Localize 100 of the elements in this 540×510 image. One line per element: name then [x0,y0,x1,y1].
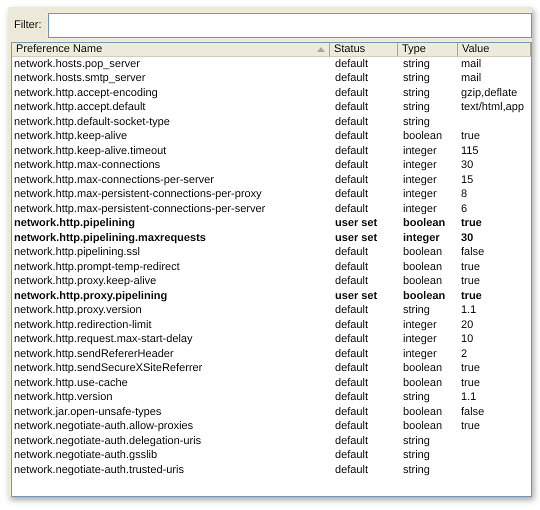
value-cell: 30 [461,159,474,172]
preference-name: network.http.redirection-limit [14,318,152,331]
status-cell: default [335,449,368,462]
value-cell: true [461,362,480,374]
value-cell: true [461,130,480,142]
type-cell: integer [403,318,437,331]
preference-name: network.http.max-persistent-connections-per-server [14,202,266,215]
preference-row[interactable]: network.http.keep-alive default boolean true [12,130,531,144]
type-cell: integer [403,188,437,200]
preference-row[interactable]: network.http.pipelining user set boolean true [12,216,531,231]
preference-row[interactable]: network.http.max-persistent-connections-per-proxy default integer 8 [12,188,531,202]
value-cell: gzip,deflate [461,86,518,99]
type-cell: integer [403,348,437,360]
column-header[interactable]: Preference Name [12,43,330,57]
preference-name: network.http.proxy.pipelining [14,290,168,302]
preference-name: network.http.version [14,391,112,404]
column-header[interactable]: Value [458,43,531,57]
preference-row[interactable]: network.http.redirection-limit default integer 20 [12,318,531,332]
preference-row[interactable]: network.http.use-cache default boolean true [12,376,531,390]
column-header[interactable]: Type [398,43,458,57]
status-cell: default [335,376,368,389]
value-cell: false [461,246,484,258]
status-cell: default [335,391,368,404]
preference-name: network.http.pipelining [14,217,135,230]
preference-row[interactable]: network.http.proxy.keep-alive default boolean true [12,274,531,289]
value-cell: false [461,406,484,418]
value-cell: 2 [461,348,468,360]
preference-name: network.http.sendSecureXSiteReferrer [14,362,202,374]
type-cell: string [403,101,430,114]
value-cell: true [461,260,480,273]
preference-row[interactable]: network.http.accept-encoding default string gzip,deflate [12,86,531,100]
preference-row[interactable]: network.http.request.max-start-delay default integer 10 [12,332,531,347]
type-cell: string [403,58,430,70]
preference-name: network.negotiate-auth.gsslib [14,449,158,462]
value-cell: 115 [461,144,479,157]
status-cell: default [335,72,368,84]
preference-name: network.http.pipelining.ssl [14,246,140,258]
preference-row[interactable]: network.http.proxy.version default string 1.1 [12,304,531,318]
preference-name: network.http.max-connections [14,159,160,172]
preference-name: network.negotiate-auth.trusted-uris [14,464,184,476]
preference-name: network.hosts.pop_server [14,58,140,70]
status-cell: user set [335,290,378,302]
type-cell: string [403,72,430,84]
value-cell: true [461,290,482,302]
preference-name: network.http.accept.default [14,101,146,114]
status-cell: default [335,86,368,99]
preference-row[interactable]: network.http.prompt-temp-redirect default boolean true [12,260,531,274]
column-header[interactable]: Status [330,43,398,57]
preference-name: network.http.max-connections-per-server [14,174,214,186]
preference-name: network.hosts.smtp_server [14,72,146,84]
status-cell: default [335,348,368,360]
preference-row[interactable]: network.http.default-socket-type default string [12,115,531,130]
status-cell: default [335,202,368,215]
preference-row[interactable]: network.http.sendRefererHeader default integer 2 [12,347,531,362]
preference-name: network.negotiate-auth.allow-proxies [14,420,194,432]
status-cell: default [335,362,368,374]
preference-name: network.http.use-cache [14,376,128,389]
preference-row[interactable]: network.http.max-connections-per-server default integer 15 [12,173,531,188]
type-cell: boolean [403,217,446,230]
preference-row[interactable]: network.http.accept.default default string text/html,app [12,100,531,115]
status-cell: default [335,406,368,418]
sort-arrow-icon [317,47,325,52]
preference-row[interactable]: network.hosts.smtp_server default string mail [12,72,531,86]
value-cell: 30 [461,232,474,244]
preference-row[interactable]: network.negotiate-auth.delegation-uris default string [12,434,531,448]
type-cell: boolean [403,406,442,418]
value-cell: 8 [461,188,468,200]
preference-row[interactable]: network.negotiate-auth.gsslib default string [12,448,531,463]
type-cell: integer [403,202,437,215]
status-cell: default [335,260,368,273]
preference-row[interactable]: network.jar.open-unsafe-types default boolean false [12,405,531,420]
type-cell: boolean [403,130,442,142]
type-cell: boolean [403,260,442,273]
value-cell: 6 [461,202,468,215]
preference-row[interactable]: network.http.proxy.pipelining user set boolean true [12,289,531,304]
filter-input[interactable] [48,12,532,38]
type-cell: integer [403,333,437,346]
preference-name: network.http.proxy.keep-alive [14,275,156,288]
preference-name: network.negotiate-auth.delegation-uris [14,434,202,447]
preference-row[interactable]: network.negotiate-auth.trusted-uris default string [12,463,531,478]
value-cell: 1.1 [461,304,476,316]
preference-row[interactable]: network.http.max-persistent-connections-per-server default integer 6 [12,202,531,216]
value-cell: true [461,376,480,389]
preference-row[interactable]: network.http.keep-alive.timeout default integer 115 [12,144,531,158]
preference-row[interactable]: network.negotiate-auth.allow-proxies default boolean true [12,420,531,434]
preference-row[interactable]: network.http.max-connections default integer 30 [12,158,531,173]
preference-row[interactable]: network.http.version default string 1.1 [12,390,531,405]
preference-row[interactable]: network.http.pipelining.maxrequests user set integer 30 [12,231,531,246]
type-cell: string [403,116,430,128]
value-cell: 10 [461,333,474,346]
type-cell: integer [403,144,437,157]
status-cell: default [335,275,368,288]
preference-row[interactable]: network.hosts.pop_server default string mail [12,57,531,72]
value-cell: text/html,app [461,101,524,114]
preference-name: network.http.default-socket-type [14,116,170,128]
status-cell: default [335,144,368,157]
preference-row[interactable]: network.http.sendSecureXSiteReferrer default boolean true [12,362,531,376]
type-cell: boolean [403,290,446,302]
type-cell: boolean [403,275,442,288]
preference-row[interactable]: network.http.pipelining.ssl default boolean false [12,246,531,260]
